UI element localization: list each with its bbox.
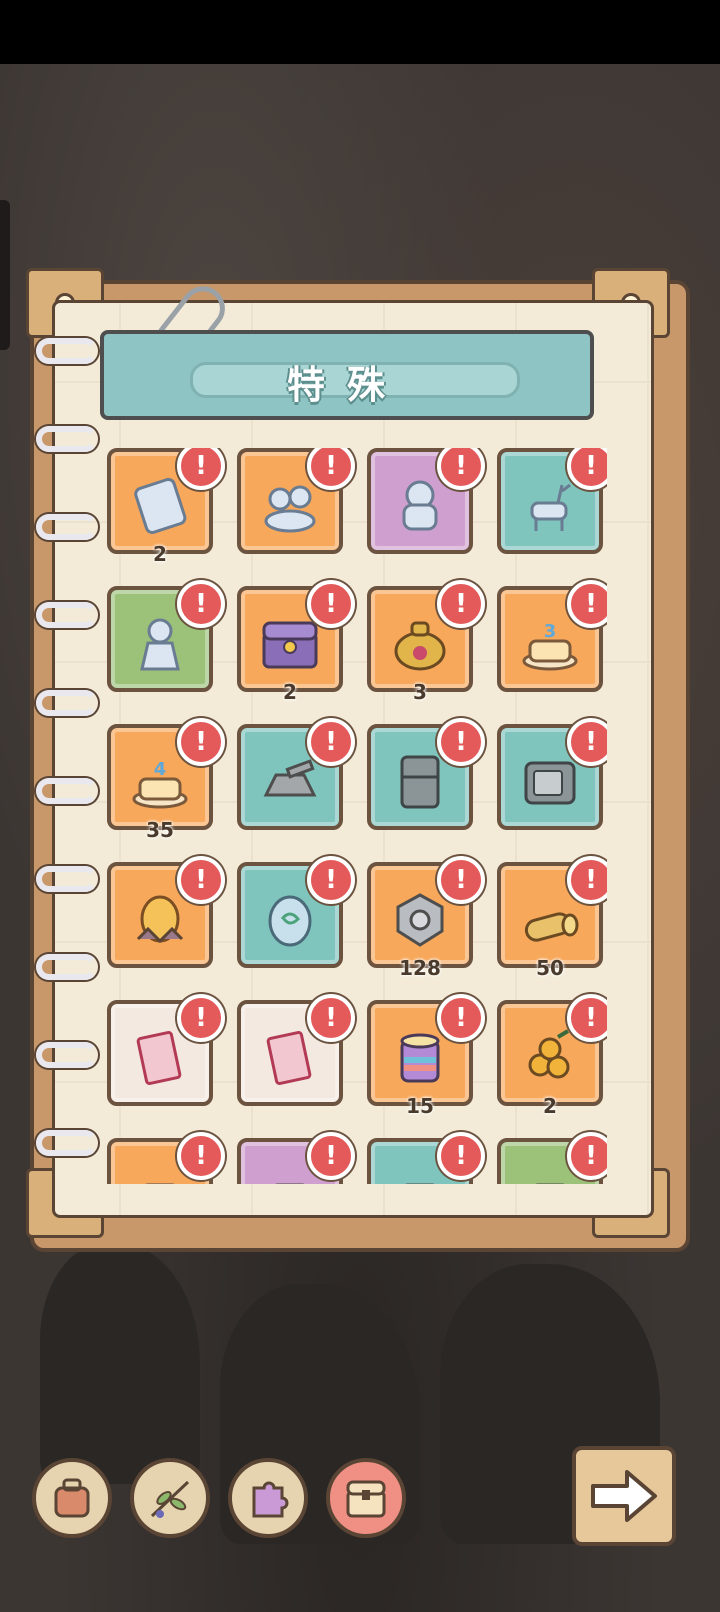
binder-ring bbox=[36, 866, 98, 892]
binder-ring bbox=[36, 1130, 98, 1156]
binder-ring bbox=[36, 602, 98, 628]
binder-ring bbox=[36, 338, 98, 364]
svg-text:4: 4 bbox=[154, 759, 167, 780]
alert-badge-icon: ! bbox=[307, 448, 355, 490]
ticket-icon bbox=[136, 1030, 182, 1085]
category-banner: 特殊 bbox=[100, 330, 594, 420]
binder-ring bbox=[36, 1042, 98, 1068]
puzzle-icon bbox=[252, 1481, 289, 1518]
item-count: 35 bbox=[146, 818, 174, 842]
tv-icon bbox=[524, 761, 576, 805]
drum-icon bbox=[400, 1033, 440, 1083]
log-icon bbox=[524, 912, 579, 942]
alert-badge-icon: ! bbox=[567, 718, 607, 766]
blue-egg-icon bbox=[268, 895, 312, 947]
alert-badge-icon: ! bbox=[437, 856, 485, 904]
binder-ring bbox=[36, 426, 98, 452]
alert-badge-icon: ! bbox=[307, 1132, 355, 1180]
alert-badge-icon: ! bbox=[437, 1132, 485, 1180]
stone-gear-icon bbox=[396, 893, 444, 947]
item-count: 15 bbox=[406, 1094, 434, 1118]
puzzle-tab[interactable] bbox=[228, 1458, 308, 1538]
ice-statue-icon bbox=[402, 480, 438, 531]
alert-badge-icon: ! bbox=[177, 580, 225, 628]
alert-badge-icon: ! bbox=[567, 1132, 607, 1180]
alert-badge-icon: ! bbox=[307, 856, 355, 904]
treasure-chest-icon bbox=[262, 621, 318, 669]
tank-icon bbox=[263, 759, 317, 797]
alert-badge-icon: ! bbox=[437, 580, 485, 628]
special-tab[interactable] bbox=[326, 1458, 406, 1538]
alert-badge-icon: ! bbox=[567, 856, 607, 904]
money-bag-icon bbox=[394, 621, 446, 671]
golden-egg-icon bbox=[136, 895, 184, 944]
ice-tag-icon bbox=[134, 477, 187, 534]
side-tab[interactable] bbox=[0, 200, 10, 350]
alert-badge-icon: ! bbox=[567, 580, 607, 628]
alert-badge-icon: ! bbox=[567, 994, 607, 1042]
item-count: 2 bbox=[153, 542, 167, 566]
item-count: 2 bbox=[283, 680, 297, 704]
fruit-icon bbox=[528, 1029, 570, 1079]
item-count: 50 bbox=[536, 956, 564, 980]
plant-tab[interactable] bbox=[130, 1458, 210, 1538]
alert-badge-icon: ! bbox=[437, 718, 485, 766]
status-bar bbox=[0, 0, 720, 64]
cake-3-icon: 3 bbox=[522, 621, 578, 671]
alert-badge-icon: ! bbox=[177, 1132, 225, 1180]
svg-text:3: 3 bbox=[544, 621, 557, 642]
ice-deer-icon bbox=[530, 483, 571, 531]
backpack-icon bbox=[54, 1478, 90, 1518]
alert-badge-icon: ! bbox=[177, 856, 225, 904]
alert-badge-icon: ! bbox=[437, 994, 485, 1042]
next-button[interactable] bbox=[572, 1446, 676, 1546]
alert-badge-icon: ! bbox=[307, 994, 355, 1042]
background-rock bbox=[40, 1244, 200, 1484]
binder-ring bbox=[36, 778, 98, 804]
binder-ring bbox=[36, 690, 98, 716]
ice-goblin-icon bbox=[140, 618, 180, 671]
alert-badge-icon: ! bbox=[177, 448, 225, 490]
alert-badge-icon: ! bbox=[177, 718, 225, 766]
arrow-right-icon bbox=[591, 1470, 657, 1522]
fridge-icon bbox=[400, 755, 440, 809]
ice-mushroom-icon bbox=[264, 485, 316, 533]
leaf-branch-icon bbox=[150, 1480, 190, 1518]
alert-badge-icon: ! bbox=[307, 718, 355, 766]
alert-badge-icon: ! bbox=[307, 580, 355, 628]
binder-ring bbox=[36, 954, 98, 980]
item-count: 2 bbox=[543, 1094, 557, 1118]
item-count: 128 bbox=[399, 956, 441, 980]
item-grid: ! 2!!!!! 2! 3 3! 4! 35!!!!!! 128! 50!!! 15! 2!!!! bbox=[107, 448, 607, 1184]
alert-badge-icon: ! bbox=[177, 994, 225, 1042]
binder-ring bbox=[36, 514, 98, 540]
alert-badge-icon: ! bbox=[437, 448, 485, 490]
backpack-tab[interactable] bbox=[32, 1458, 112, 1538]
page-title: 特殊 bbox=[286, 363, 407, 407]
cake-4-icon: 4 bbox=[132, 759, 188, 809]
item-count: 3 bbox=[413, 680, 427, 704]
ticket-icon bbox=[266, 1030, 312, 1085]
chest-icon bbox=[346, 1480, 386, 1518]
